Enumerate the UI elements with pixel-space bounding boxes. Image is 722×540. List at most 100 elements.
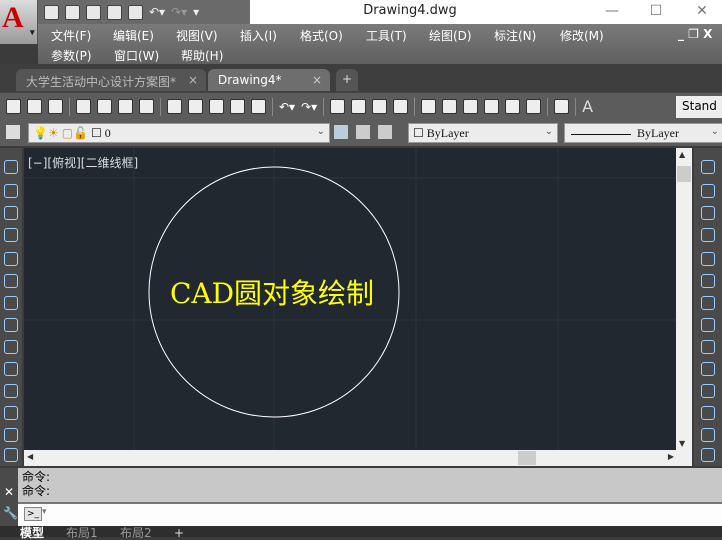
command-input[interactable]: >_ ▾ xyxy=(18,502,722,526)
save-as-icon[interactable] xyxy=(107,4,122,20)
horizontal-scroll-thumb[interactable] xyxy=(518,451,536,465)
pan-icon[interactable] xyxy=(330,99,346,114)
tool-palettes-icon[interactable] xyxy=(463,99,479,114)
copy-icon[interactable] xyxy=(188,99,203,114)
command-prompt-icon[interactable]: >_ xyxy=(24,507,43,521)
explode-icon[interactable] xyxy=(701,448,715,462)
menu-modify[interactable]: 修改(M) xyxy=(560,27,604,44)
save-icon[interactable] xyxy=(86,4,101,20)
close-command-icon[interactable]: ✕ xyxy=(4,485,14,499)
break-icon[interactable] xyxy=(701,406,715,420)
construction-line-icon[interactable] xyxy=(4,184,18,198)
tab-campus-center[interactable]: 大学生活动中心设计方案图* × xyxy=(16,69,206,91)
preview-icon[interactable] xyxy=(97,99,112,114)
menu-parametric[interactable]: 参数(P) xyxy=(51,47,92,64)
tab-model[interactable]: 模型 xyxy=(20,527,44,539)
mirror-icon[interactable] xyxy=(701,206,715,220)
trim-icon[interactable] xyxy=(701,362,715,376)
minimize-button[interactable]: — xyxy=(592,0,632,24)
customize-wrench-icon[interactable]: 🔧 xyxy=(3,506,18,520)
print-icon[interactable] xyxy=(128,4,143,20)
application-menu-button[interactable]: A ▾ xyxy=(0,0,38,44)
ellipse-icon[interactable] xyxy=(4,362,18,376)
new-icon[interactable] xyxy=(44,4,59,20)
color-dropdown[interactable]: ☐ ByLayer ⌄ xyxy=(408,123,558,143)
new-tab-button[interactable]: + xyxy=(336,69,358,91)
close-button[interactable]: ✕ xyxy=(682,0,722,24)
menu-format[interactable]: 格式(O) xyxy=(300,27,343,44)
add-layout-button[interactable]: + xyxy=(174,527,184,539)
linetype-dropdown[interactable]: ByLayer ⌄ xyxy=(564,123,722,143)
polyline-icon[interactable] xyxy=(4,206,18,220)
scale-icon[interactable] xyxy=(701,318,715,332)
copy-object-icon[interactable] xyxy=(701,184,715,198)
line-icon[interactable] xyxy=(4,160,18,174)
erase-icon[interactable] xyxy=(701,160,715,174)
rotate-icon[interactable] xyxy=(701,296,715,310)
menu-view[interactable]: 视图(V) xyxy=(176,27,218,44)
menu-tools[interactable]: 工具(T) xyxy=(366,27,407,44)
layer-previous-icon[interactable] xyxy=(356,125,370,139)
block-editor-icon[interactable] xyxy=(251,99,266,114)
open-icon[interactable] xyxy=(65,4,80,20)
drawing-canvas[interactable]: [−][俯视][二维线框] CAD圆对象绘制 xyxy=(24,148,676,450)
properties-icon[interactable] xyxy=(421,99,437,114)
array-icon[interactable] xyxy=(701,252,715,266)
zoom-previous-icon[interactable] xyxy=(393,99,409,114)
make-block-icon[interactable] xyxy=(4,428,18,442)
paste-icon[interactable] xyxy=(209,99,224,114)
circle-icon[interactable] xyxy=(4,296,18,310)
open-icon[interactable] xyxy=(27,99,42,114)
menu-insert[interactable]: 插入(I) xyxy=(240,27,277,44)
maximize-button[interactable]: ☐ xyxy=(636,0,676,24)
menu-dimension[interactable]: 标注(N) xyxy=(494,27,536,44)
document-controls[interactable]: _ ❐ X xyxy=(678,27,712,41)
tab-close-icon[interactable]: × xyxy=(312,73,322,87)
layer-state-icon[interactable] xyxy=(378,125,392,139)
cut-icon[interactable] xyxy=(167,99,182,114)
menu-draw[interactable]: 绘图(D) xyxy=(429,27,472,44)
menu-help[interactable]: 帮助(H) xyxy=(181,47,223,64)
ellipse-arc-icon[interactable] xyxy=(4,384,18,398)
layer-properties-icon[interactable] xyxy=(6,125,20,139)
offset-icon[interactable] xyxy=(701,228,715,242)
menu-file[interactable]: 文件(F) xyxy=(51,27,91,44)
save-icon[interactable] xyxy=(48,99,63,114)
rectangle-icon[interactable] xyxy=(4,252,18,266)
make-current-icon[interactable] xyxy=(334,125,348,139)
stretch-icon[interactable] xyxy=(701,340,715,354)
publish-icon[interactable] xyxy=(118,99,133,114)
redo-icon[interactable]: ↷▾ xyxy=(171,5,187,19)
join-icon[interactable] xyxy=(701,428,715,442)
redo-icon[interactable]: ↷▾ xyxy=(301,100,317,114)
menu-window[interactable]: 窗口(W) xyxy=(114,47,159,64)
design-center-icon[interactable] xyxy=(442,99,458,114)
viewport-controls[interactable]: [−][俯视][二维线框] xyxy=(28,154,138,171)
tab-layout1[interactable]: 布局1 xyxy=(66,527,98,539)
move-icon[interactable] xyxy=(701,274,715,288)
vertical-scroll-thumb[interactable] xyxy=(677,166,691,182)
tab-drawing4[interactable]: Drawing4* × xyxy=(208,69,330,91)
vertical-scrollbar[interactable]: ▲ ▼ xyxy=(676,148,692,450)
revision-cloud-icon[interactable] xyxy=(4,318,18,332)
menu-edit[interactable]: 编辑(E) xyxy=(113,27,154,44)
tab-layout2[interactable]: 布局2 xyxy=(120,527,152,539)
print-icon[interactable] xyxy=(76,99,91,114)
help-icon[interactable] xyxy=(554,99,570,114)
new-icon[interactable] xyxy=(6,99,21,114)
customize-icon[interactable]: ▾ xyxy=(193,5,199,19)
layer-dropdown[interactable]: 💡☀ ▢🔓 ☐ 0 ⌄ xyxy=(28,123,330,143)
calculator-icon[interactable] xyxy=(526,99,542,114)
text-style-dropdown[interactable]: Stand xyxy=(676,96,722,118)
spline-icon[interactable] xyxy=(4,340,18,354)
undo-icon[interactable]: ↶▾ xyxy=(279,100,295,114)
sheet-set-icon[interactable] xyxy=(484,99,500,114)
horizontal-scrollbar[interactable]: ◀ ▶ xyxy=(24,450,692,466)
undo-icon[interactable]: ↶▾ xyxy=(149,5,165,19)
3d-dwf-icon[interactable] xyxy=(139,99,154,114)
polygon-icon[interactable] xyxy=(4,228,18,242)
markup-icon[interactable] xyxy=(505,99,521,114)
insert-block-icon[interactable] xyxy=(4,406,18,420)
zoom-realtime-icon[interactable] xyxy=(351,99,367,114)
zoom-window-icon[interactable] xyxy=(372,99,388,114)
